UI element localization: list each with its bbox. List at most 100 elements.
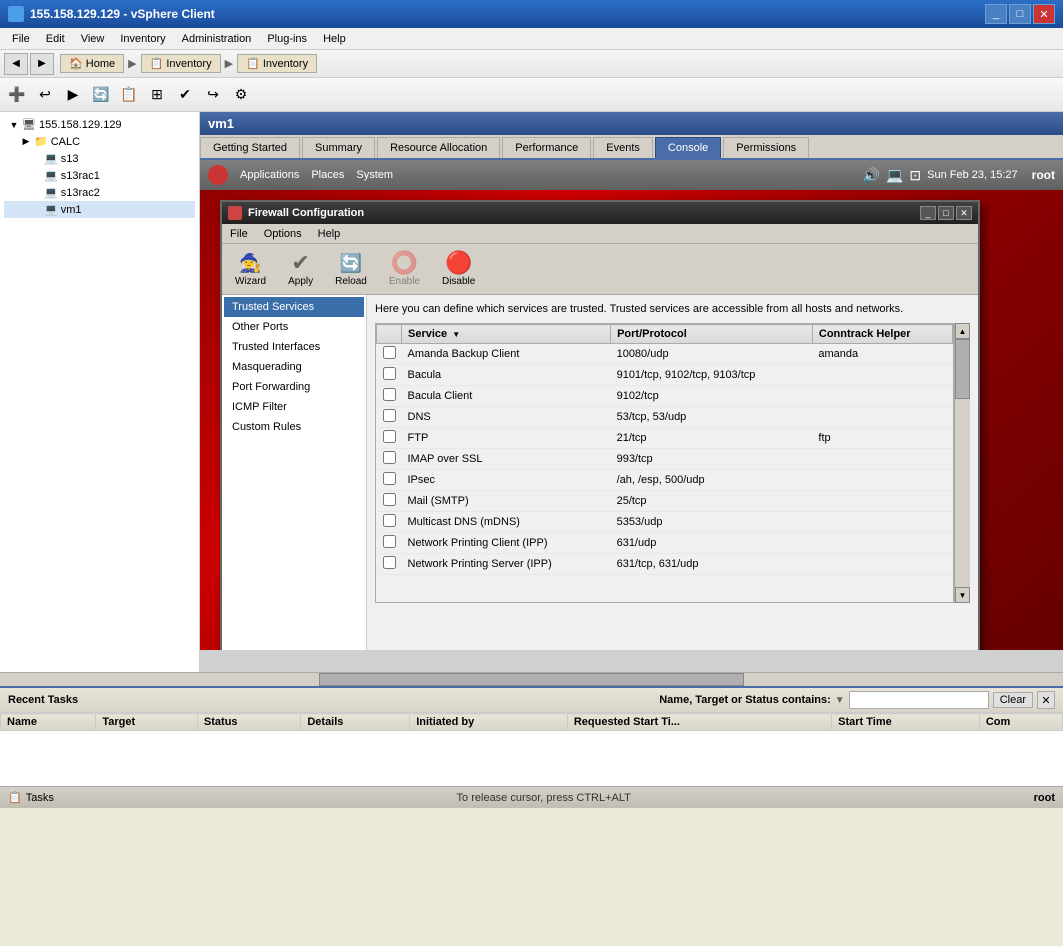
toolbar-btn-5[interactable]: 📋	[116, 82, 142, 108]
h-scrollbar-thumb[interactable]	[319, 673, 744, 686]
tab-summary[interactable]: Summary	[302, 137, 375, 158]
console-area[interactable]: Applications Places System 🔊 💻 ⊡ Sun Feb…	[200, 160, 1063, 650]
toolbar-btn-6[interactable]: ⊞	[144, 82, 170, 108]
toolbar-btn-9[interactable]: ⚙	[228, 82, 254, 108]
service-checkbox-5[interactable]	[383, 451, 396, 464]
tab-console[interactable]: Console	[655, 137, 721, 158]
forward-button[interactable]: ▶	[30, 53, 54, 75]
scroll-track[interactable]	[955, 339, 970, 587]
service-port-cell: 9101/tcp, 9102/tcp, 9103/tcp	[611, 365, 813, 386]
service-checkbox-4[interactable]	[383, 430, 396, 443]
topbar-places[interactable]: Places	[311, 169, 344, 181]
tasks-filter-input[interactable]	[849, 691, 989, 709]
service-checkbox-0[interactable]	[383, 346, 396, 359]
tree-expand-calc[interactable]: ▶	[20, 136, 32, 148]
col-helper[interactable]: Conntrack Helper	[812, 325, 952, 344]
fw-close-button[interactable]: ✕	[956, 206, 972, 220]
col-port[interactable]: Port/Protocol	[611, 325, 813, 344]
toolbar-btn-7[interactable]: ✔	[172, 82, 198, 108]
menu-edit[interactable]: Edit	[38, 31, 73, 47]
menu-plugins[interactable]: Plug-ins	[259, 31, 315, 47]
fw-menu-options[interactable]: Options	[256, 226, 310, 242]
minimize-button[interactable]: _	[985, 4, 1007, 24]
tab-performance[interactable]: Performance	[502, 137, 591, 158]
fw-wizard-button[interactable]: 🧙 Wizard	[228, 248, 273, 290]
col-service[interactable]: Service ▼	[402, 325, 611, 344]
sidebar-item-s13[interactable]: 💻 s13	[4, 150, 195, 167]
fw-sidebar-custom-rules[interactable]: Custom Rules	[224, 417, 364, 437]
service-checkbox-3[interactable]	[383, 409, 396, 422]
scroll-up-button[interactable]: ▲	[955, 323, 970, 339]
fw-menu-help[interactable]: Help	[310, 226, 349, 242]
fw-sidebar-port-forwarding[interactable]: Port Forwarding	[224, 377, 364, 397]
sidebar-item-vm1[interactable]: 💻 vm1	[4, 201, 195, 218]
tasks-col-requested-start[interactable]: Requested Start Ti...	[567, 714, 831, 731]
home-breadcrumb[interactable]: 🏠 Home	[60, 54, 124, 73]
fw-table-container[interactable]: Service ▼ Port/Protocol	[375, 323, 954, 603]
tasks-close-button[interactable]: ✕	[1037, 691, 1055, 709]
sidebar-item-s13rac2[interactable]: 💻 s13rac2	[4, 184, 195, 201]
back-button[interactable]: ◀	[4, 53, 28, 75]
scroll-thumb[interactable]	[955, 339, 970, 399]
service-checkbox-2[interactable]	[383, 388, 396, 401]
sidebar-item-calc[interactable]: ▶ 📁 CALC	[4, 133, 195, 150]
filter-dropdown-icon[interactable]: ▼	[835, 695, 845, 706]
topbar-applications[interactable]: Applications	[240, 169, 299, 181]
tasks-clear-button[interactable]: Clear	[993, 692, 1033, 708]
tab-resource-allocation[interactable]: Resource Allocation	[377, 137, 500, 158]
toolbar-btn-1[interactable]: ➕	[4, 82, 30, 108]
maximize-button[interactable]: □	[1009, 4, 1031, 24]
menu-view[interactable]: View	[73, 31, 113, 47]
inventory-breadcrumb-2[interactable]: 📋 Inventory	[237, 54, 317, 73]
fw-service-row: FTP 21/tcp ftp	[377, 428, 953, 449]
menu-file[interactable]: File	[4, 31, 38, 47]
fw-scrollbar[interactable]: ▲ ▼	[954, 323, 970, 603]
service-checkbox-9[interactable]	[383, 535, 396, 548]
fw-sidebar-trusted-interfaces[interactable]: Trusted Interfaces	[224, 337, 364, 357]
scroll-down-button[interactable]: ▼	[955, 587, 970, 603]
service-checkbox-7[interactable]	[383, 493, 396, 506]
fw-sidebar-other-ports[interactable]: Other Ports	[224, 317, 364, 337]
fw-minimize-button[interactable]: _	[920, 206, 936, 220]
tasks-col-target[interactable]: Target	[96, 714, 198, 731]
fw-maximize-button[interactable]: □	[938, 206, 954, 220]
fw-menu-file[interactable]: File	[222, 226, 256, 242]
sidebar-item-s13rac1[interactable]: 💻 s13rac1	[4, 167, 195, 184]
service-checkbox-8[interactable]	[383, 514, 396, 527]
inventory-breadcrumb-1[interactable]: 📋 Inventory	[141, 54, 221, 73]
fw-enable-button[interactable]: ⭕ Enable	[382, 248, 427, 290]
menu-help[interactable]: Help	[315, 31, 354, 47]
fw-reload-button[interactable]: 🔄 Reload	[328, 248, 374, 290]
fw-disable-button[interactable]: 🔴 Disable	[435, 248, 482, 290]
service-checkbox-10[interactable]	[383, 556, 396, 569]
tree-expand-server[interactable]: ▼	[8, 119, 20, 131]
fw-sidebar-trusted-services[interactable]: Trusted Services	[224, 297, 364, 317]
tab-events[interactable]: Events	[593, 137, 653, 158]
toolbar-btn-3[interactable]: ▶	[60, 82, 86, 108]
tasks-col-com[interactable]: Com	[979, 714, 1062, 731]
tab-permissions[interactable]: Permissions	[723, 137, 809, 158]
toolbar-btn-2[interactable]: ↩	[32, 82, 58, 108]
menu-administration[interactable]: Administration	[174, 31, 260, 47]
close-button[interactable]: ✕	[1033, 4, 1055, 24]
tab-getting-started[interactable]: Getting Started	[200, 137, 300, 158]
toolbar-btn-4[interactable]: 🔄	[88, 82, 114, 108]
fw-sidebar-masquerading[interactable]: Masquerading	[224, 357, 364, 377]
toolbar-btn-8[interactable]: ↪	[200, 82, 226, 108]
sidebar-item-server[interactable]: ▼ 🖥 155.158.129.129	[4, 116, 195, 133]
sound-icon: 🔊	[863, 167, 880, 184]
fw-sidebar-icmp-filter[interactable]: ICMP Filter	[224, 397, 364, 417]
tasks-col-name[interactable]: Name	[1, 714, 96, 731]
service-checkbox-6[interactable]	[383, 472, 396, 485]
tasks-col-initiated[interactable]: Initiated by	[410, 714, 568, 731]
tasks-col-start-time[interactable]: Start Time	[832, 714, 980, 731]
h-scrollbar[interactable]	[0, 672, 1063, 686]
menu-inventory[interactable]: Inventory	[112, 31, 173, 47]
toolbar: ➕ ↩ ▶ 🔄 📋 ⊞ ✔ ↪ ⚙	[0, 78, 1063, 112]
tasks-col-details[interactable]: Details	[301, 714, 410, 731]
service-checkbox-1[interactable]	[383, 367, 396, 380]
tasks-col-status[interactable]: Status	[197, 714, 300, 731]
topbar-system[interactable]: System	[356, 169, 393, 181]
fw-apply-button[interactable]: ✔ Apply	[281, 248, 320, 290]
tasks-status-button[interactable]: 📋 Tasks	[8, 791, 54, 804]
